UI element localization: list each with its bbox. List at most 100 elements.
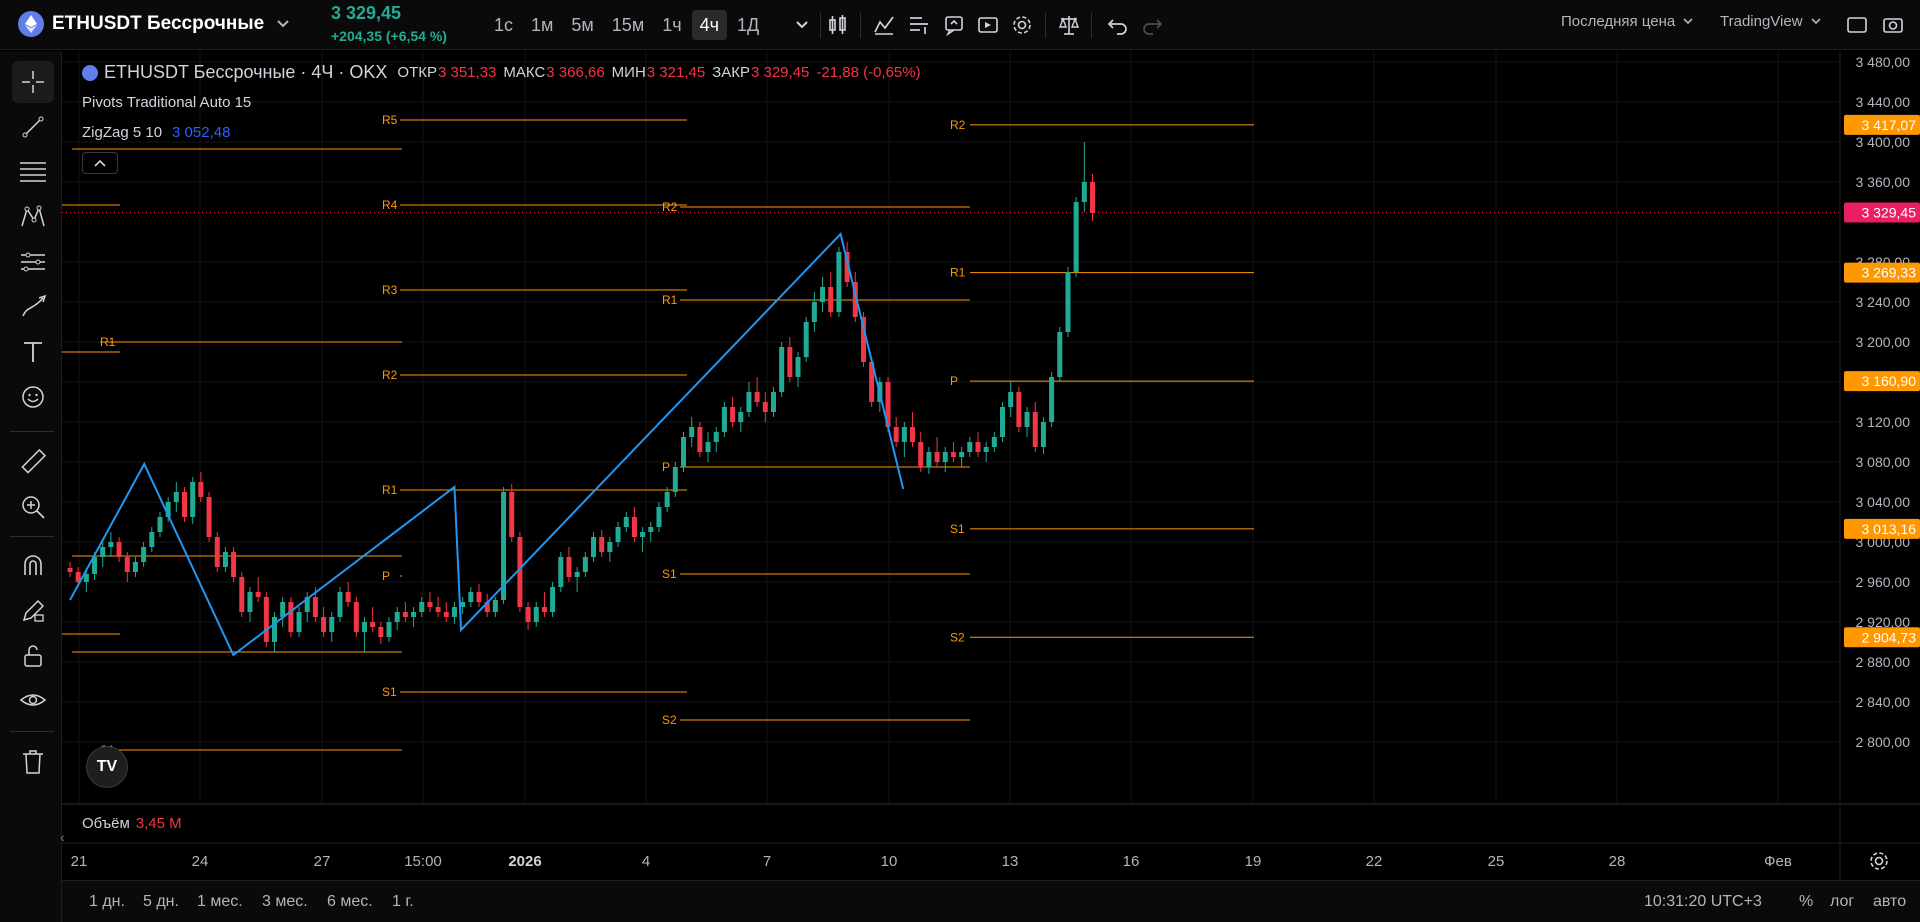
compare-scales-icon[interactable] — [1056, 12, 1082, 38]
interval-dropdown-icon[interactable] — [789, 12, 815, 38]
price-tick: 3 440,00 — [1856, 94, 1911, 110]
trash-icon — [23, 750, 43, 774]
candle-body — [950, 452, 956, 457]
range-3m[interactable]: 3 мес. — [262, 893, 308, 911]
indicator-zigzag-label: ZigZag 5 10 — [82, 124, 163, 141]
interval-15m[interactable]: 15м — [604, 10, 652, 40]
candle-body — [991, 437, 997, 447]
replay-icon[interactable] — [975, 12, 1001, 38]
interval-1d[interactable]: 1Д — [729, 10, 767, 40]
candle-body — [721, 407, 727, 432]
price-type-dropdown[interactable]: Последняя цена — [1561, 13, 1693, 30]
range-1y[interactable]: 1 г. — [392, 893, 414, 911]
candle-body — [779, 347, 785, 392]
candle-body — [247, 592, 253, 612]
candle-body — [1090, 182, 1095, 213]
range-1d[interactable]: 1 дн. — [89, 893, 125, 911]
magnet-tool[interactable] — [12, 545, 54, 587]
indicators-icon[interactable] — [871, 12, 897, 38]
candle-body — [231, 552, 237, 577]
price-tag-label: 3 417,07 — [1862, 117, 1917, 133]
candle-body — [67, 568, 73, 572]
brush-tool[interactable] — [12, 286, 54, 328]
text-tool[interactable] — [12, 331, 54, 373]
candle-body — [427, 602, 433, 607]
candle-body — [672, 467, 678, 492]
time-tick: 13 — [1002, 853, 1019, 870]
undo-icon[interactable] — [1105, 12, 1131, 38]
candle-body — [550, 587, 556, 612]
candle-body — [353, 602, 359, 632]
candle-body — [132, 562, 138, 572]
volume-value: 3,45 M — [135, 815, 182, 832]
candle-body — [321, 617, 327, 632]
candle-body — [1040, 422, 1046, 447]
zoom-tool[interactable] — [12, 486, 54, 528]
pivot-label: S2 — [950, 630, 965, 644]
alert-icon[interactable] — [941, 12, 967, 38]
settings-gear-icon[interactable] — [1009, 12, 1035, 38]
fib-tool[interactable] — [12, 151, 54, 193]
indicator-zigzag[interactable]: ZigZag 5 10 3 052,48 — [82, 124, 230, 141]
candle-body — [910, 427, 916, 442]
candle-body — [222, 552, 228, 567]
close-value: 3 329,45 — [750, 64, 810, 81]
interval-1h[interactable]: 1ч — [654, 10, 689, 40]
range-5d[interactable]: 5 дн. — [143, 893, 179, 911]
templates-icon[interactable] — [906, 12, 932, 38]
candles-icon[interactable] — [825, 12, 851, 38]
chevron-down-icon — [1683, 18, 1693, 25]
clock[interactable]: 10:31:20 UTC+3 — [1644, 893, 1762, 911]
forecast-tool[interactable] — [12, 241, 54, 283]
indicator-pivots[interactable]: Pivots Traditional Auto 15 — [82, 94, 251, 111]
hide-tool[interactable] — [12, 680, 54, 722]
chevron-down-icon — [1810, 18, 1821, 25]
scroll-left-icon[interactable]: ‹ — [60, 829, 65, 845]
candle-body — [239, 577, 245, 612]
range-1m[interactable]: 1 мес. — [197, 893, 243, 911]
emoji-tool[interactable] — [12, 376, 54, 418]
candle-body — [1065, 272, 1071, 332]
stay-drawing-tool[interactable] — [12, 590, 54, 632]
ruler-icon — [21, 448, 47, 474]
candle-body — [623, 517, 629, 527]
lock-tool[interactable] — [12, 635, 54, 677]
chevron-up-icon — [94, 159, 106, 167]
log-scale-button[interactable]: лог — [1830, 893, 1854, 911]
time-tick: 16 — [1123, 853, 1140, 870]
ruler-tool[interactable] — [12, 441, 54, 483]
interval-4h[interactable]: 4ч — [691, 10, 727, 40]
brand-dropdown[interactable]: TradingView — [1720, 13, 1821, 30]
crosshair-tool[interactable] — [12, 61, 54, 103]
tradingview-logo[interactable]: TV — [86, 746, 128, 788]
percent-scale-button[interactable]: % — [1799, 893, 1813, 911]
price-tick: 2 960,00 — [1856, 574, 1911, 590]
candle-body — [476, 592, 482, 602]
interval-1m[interactable]: 1м — [523, 10, 561, 40]
pivot-label: P — [382, 569, 390, 583]
collapse-legend-button[interactable] — [82, 152, 118, 174]
candle-body — [795, 357, 801, 377]
candle-body — [1081, 182, 1087, 202]
price-chart[interactable]: R1S1R5R4R3R2R1PS1R2R1PS1S2R2R1PS1S23 480… — [62, 51, 1920, 880]
trendline-tool[interactable] — [12, 106, 54, 148]
candle-body — [411, 612, 417, 617]
remove-drawings-tool[interactable] — [12, 741, 54, 783]
redo-icon[interactable] — [1139, 12, 1165, 38]
snapshot-icon[interactable] — [1880, 12, 1906, 38]
interval-5m[interactable]: 5м — [563, 10, 601, 40]
interval-1s[interactable]: 1с — [486, 10, 521, 40]
candle-body — [337, 592, 343, 617]
time-tick: 7 — [763, 853, 771, 870]
pattern-tool[interactable] — [12, 196, 54, 238]
candle-body — [419, 602, 425, 612]
range-6m[interactable]: 6 мес. — [327, 893, 373, 911]
fullscreen-icon[interactable] — [1844, 12, 1870, 38]
candle-body — [1016, 392, 1022, 427]
pivot-label: R3 — [382, 283, 398, 297]
candle-body — [942, 452, 948, 462]
auto-scale-button[interactable]: авто — [1873, 893, 1906, 911]
chart-settings-icon[interactable] — [1868, 850, 1890, 877]
pivot-label: R2 — [382, 368, 398, 382]
symbol-selector[interactable]: ETHUSDT Бессрочные — [18, 10, 290, 38]
